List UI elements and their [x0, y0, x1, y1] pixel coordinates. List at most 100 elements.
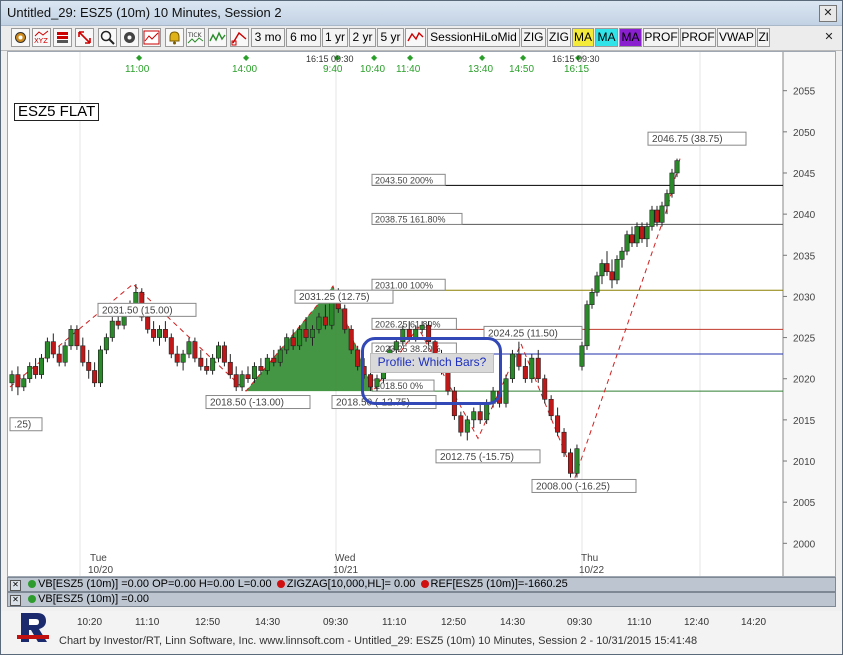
time-marker-arrow-icon: ◆	[371, 53, 378, 62]
y-tick-label: 2035	[793, 251, 816, 262]
wave-icon[interactable]	[208, 28, 227, 47]
close-indicator-icon[interactable]: ✕	[10, 595, 21, 606]
zigzag-value-label: .25)	[14, 420, 31, 431]
candle-body	[15, 374, 21, 388]
candle-body	[68, 329, 74, 347]
gear-icon[interactable]	[120, 28, 139, 47]
title-bar[interactable]: Untitled_29: ESZ5 (10m) 10 Minutes, Sess…	[1, 1, 842, 26]
x-tick-label: 12:50	[441, 617, 467, 628]
window-close-button[interactable]: ✕	[819, 5, 837, 22]
toolbar-close-icon[interactable]: ✕	[822, 30, 836, 44]
range-2yr-button[interactable]: 2 yr	[349, 28, 376, 47]
time-marker-label: 16:15	[564, 64, 589, 75]
resize-icon[interactable]	[75, 28, 94, 47]
xyz-icon[interactable]: XYZ	[32, 28, 51, 47]
zigzag-value-label: 2018.50 (-13.00)	[210, 398, 284, 409]
trend-icon[interactable]	[405, 28, 426, 47]
candle-body	[284, 337, 290, 351]
range-3mo-button[interactable]: 3 mo	[251, 28, 285, 47]
ma-button-yellow[interactable]: MA	[572, 28, 594, 47]
candle-body	[599, 263, 605, 277]
fib-level-label: 2031.00 100%	[375, 280, 433, 290]
prof-button-2[interactable]: PROF	[680, 28, 716, 47]
session-label: 16:15 09:30	[552, 54, 600, 64]
candle-body	[198, 357, 204, 367]
candle-body	[574, 448, 580, 474]
ma-button-purple[interactable]: MA	[619, 28, 642, 47]
range-5yr-button[interactable]: 5 yr	[377, 28, 404, 47]
candle-body	[674, 160, 680, 174]
candle-body	[303, 329, 309, 338]
alert-bell-icon[interactable]	[165, 28, 184, 47]
x-tick-label: 12:40	[684, 617, 710, 628]
candle-body	[567, 452, 573, 474]
candle-body	[115, 320, 121, 326]
chart-settings-icon[interactable]	[11, 28, 30, 47]
zoom-icon[interactable]	[98, 28, 117, 47]
range-6mo-button[interactable]: 6 mo	[286, 28, 321, 47]
vb-indicator-readout[interactable]: VB[ESZ5 (10m)] =0.00 OP=0.00 H=0.00 L=0.…	[38, 578, 272, 591]
indicator-strip-1: ✕ VB[ESZ5 (10m)] =0.00 OP=0.00 H=0.00 L=…	[7, 577, 836, 592]
candle-body	[151, 329, 157, 338]
prof-button-1[interactable]: PROF	[643, 28, 679, 47]
candle-body	[509, 353, 515, 380]
candle-body	[644, 226, 650, 240]
vb-dot-icon	[28, 580, 37, 588]
y-tick-label: 2005	[793, 498, 816, 509]
stack-icon[interactable]	[53, 28, 72, 47]
time-marker-label: 9:40	[323, 64, 343, 75]
y-tick-label: 2050	[793, 128, 816, 139]
candle-body	[216, 345, 222, 359]
range-1yr-button[interactable]: 1 yr	[322, 28, 348, 47]
candle-body	[62, 345, 68, 363]
zigzag-value-label: 2031.25 (12.75)	[299, 292, 370, 303]
candle-body	[103, 337, 109, 351]
zigzag-indicator-readout[interactable]: ZIGZAG[10,000,HL]= 0.00	[287, 578, 416, 591]
candle-body	[522, 366, 528, 380]
candle-body	[133, 292, 139, 305]
x-tick-label: 14:30	[500, 617, 526, 628]
y-tick-label: 2020	[793, 375, 816, 386]
time-marker-label: 14:50	[509, 64, 534, 75]
line-icon[interactable]	[230, 28, 249, 47]
candle-body	[477, 411, 483, 421]
price-chart[interactable]: 2055 2050 2045 2040 2035 2030 2025 2020 2015 2010…	[7, 51, 836, 577]
zig-button-2[interactable]: ZIG	[547, 28, 571, 47]
candle-body	[503, 378, 509, 404]
overflow-button[interactable]: Zl	[757, 28, 770, 47]
date-label: 10/22	[579, 565, 604, 576]
close-indicator-icon[interactable]: ✕	[10, 580, 21, 591]
candle-body	[624, 234, 630, 252]
profile-callout-label[interactable]: Profile: Which Bars?	[370, 353, 494, 373]
candle-body	[33, 366, 39, 375]
x-tick-label: 09:30	[567, 617, 593, 628]
chart-window: Untitled_29: ESZ5 (10m) 10 Minutes, Sess…	[0, 0, 843, 655]
ref-indicator-readout[interactable]: REF[ESZ5 (10m)]=-1660.25	[431, 578, 568, 591]
candle-body	[664, 193, 670, 207]
candle-body	[542, 378, 548, 400]
candle-body	[355, 349, 361, 367]
tick-icon[interactable]: TICK	[186, 28, 205, 47]
footer-credit: Chart by Investor/RT, Linn Software, Inc…	[59, 635, 698, 647]
chart-canvas: 2055 2050 2045 2040 2035 2030 2025 2020 2015 2010…	[9, 52, 835, 576]
window-title: Untitled_29: ESZ5 (10m) 10 Minutes, Sess…	[7, 5, 282, 20]
candle-body	[548, 398, 554, 417]
time-marker-label: 10:40	[360, 64, 385, 75]
vb-indicator-readout-2[interactable]: VB[ESZ5 (10m)] =0.00	[38, 593, 149, 606]
zig-button-1[interactable]: ZIG	[521, 28, 546, 47]
candle-body	[589, 292, 595, 305]
session-hilomid-button[interactable]: SessionHiLoMid	[427, 28, 520, 47]
candle-body	[27, 366, 33, 380]
candle-body	[227, 361, 233, 375]
time-marker-arrow-icon: ◆	[479, 53, 486, 62]
candle-body	[204, 366, 210, 371]
time-marker-label: 11:40	[396, 64, 421, 75]
price-chart-icon[interactable]	[142, 28, 161, 47]
candle-body	[245, 374, 251, 380]
candle-body	[210, 357, 216, 371]
vwap-button[interactable]: VWAP	[717, 28, 756, 47]
candle-body	[251, 366, 257, 380]
candle-body	[639, 226, 645, 240]
candle-body	[290, 337, 296, 347]
ma-button-cyan[interactable]: MA	[595, 28, 618, 47]
